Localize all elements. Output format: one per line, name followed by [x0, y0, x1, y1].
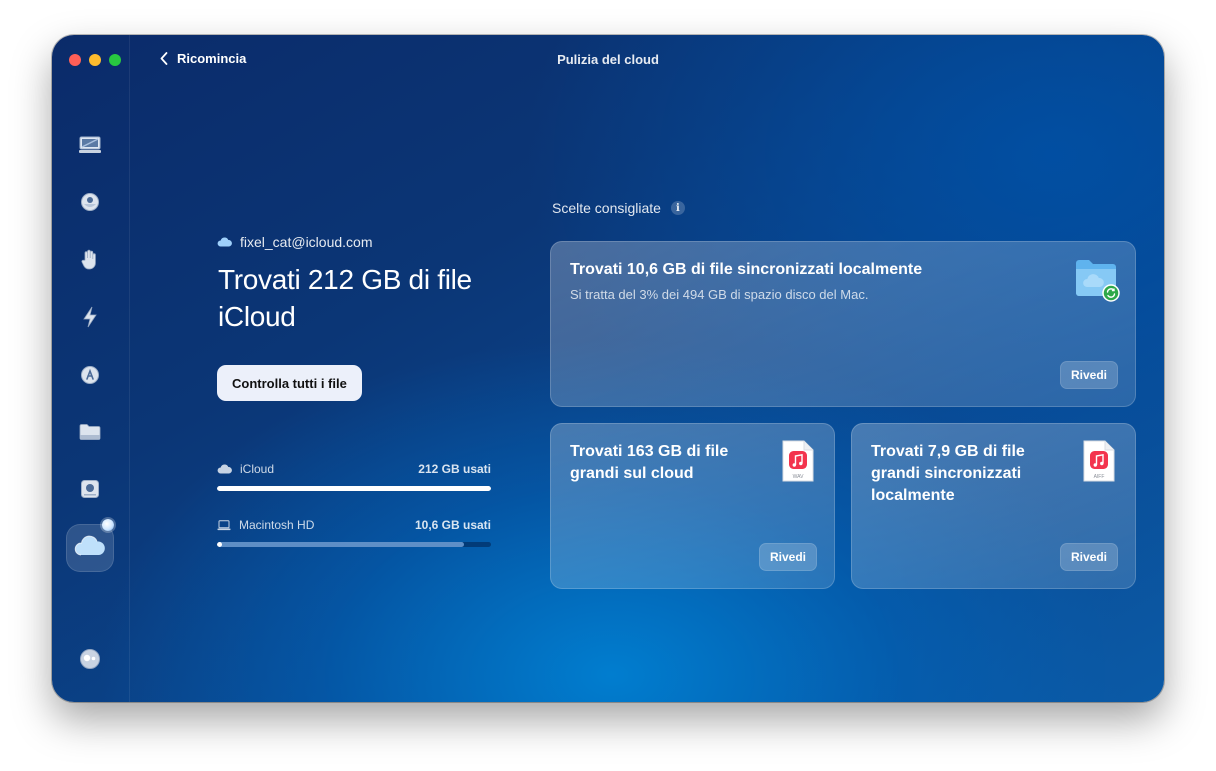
storage-name: iCloud [240, 462, 275, 476]
account-email: fixel_cat@icloud.com [240, 234, 373, 250]
window-title: Pulizia del cloud [557, 52, 659, 67]
sidebar-item-files[interactable] [74, 416, 106, 448]
page-title: Trovati 212 GB di file iCloud [218, 264, 472, 332]
storage-bar [217, 486, 491, 491]
icloud-icon [217, 464, 232, 474]
assistant-icon [80, 649, 100, 669]
storage-bar-rest [217, 542, 464, 547]
icloud-icon [217, 237, 232, 247]
card-synced-local[interactable]: Trovati 10,6 GB di file sincronizzati lo… [550, 241, 1136, 407]
account-label: fixel_cat@icloud.com [217, 234, 373, 250]
computer-icon [79, 136, 101, 153]
sidebar [52, 35, 130, 702]
mouse-icon [81, 193, 99, 211]
check-all-files-button[interactable]: Controlla tutti i file [217, 365, 362, 401]
review-button[interactable]: Rivedi [1059, 361, 1118, 389]
folder-icon [79, 424, 101, 440]
sidebar-item-cleanup[interactable] [74, 129, 106, 161]
card-large-cloud[interactable]: Trovati 163 GB di file grandi sul cloud … [550, 423, 835, 589]
info-icon[interactable]: i [670, 201, 685, 215]
review-button[interactable]: Rivedi [1059, 543, 1118, 571]
recommendations-title: Scelte consigliate [552, 200, 661, 216]
app-window: Ricomincia Pulizia del cloud fixel_cat@i… [52, 35, 1164, 702]
hand-icon [81, 249, 96, 270]
card-title: Trovati 7,9 GB di file grandi sincronizz… [871, 443, 1025, 504]
storage-bar [217, 542, 491, 547]
sidebar-item-storage[interactable] [74, 473, 106, 505]
sidebar-item-cloud-cleanup[interactable] [66, 524, 114, 572]
wav-file-icon: WAV [782, 440, 814, 482]
card-title: Trovati 163 GB di file grandi sul cloud [570, 443, 729, 482]
file-ext-label: WAV [793, 474, 804, 480]
storage-used: 212 GB usati [418, 462, 491, 476]
storage-macintosh-hd: Macintosh HD 10,6 GB usati [217, 518, 491, 547]
aiff-file-icon: AIFF [1083, 440, 1115, 482]
storage-used: 10,6 GB usati [414, 518, 491, 532]
cloud-icon [74, 535, 105, 556]
synced-folder-icon [1076, 260, 1120, 302]
review-button[interactable]: Rivedi [758, 543, 817, 571]
file-ext-label: AIFF [1094, 474, 1105, 480]
card-large-local[interactable]: Trovati 7,9 GB di file grandi sincronizz… [851, 423, 1136, 589]
active-indicator-dot [102, 519, 114, 531]
storage-bar-fill [217, 486, 491, 491]
sidebar-item-applications[interactable] [74, 359, 106, 391]
sidebar-item-privacy[interactable] [74, 244, 106, 276]
card-subtitle: Si tratta del 3% dei 494 GB di spazio di… [570, 287, 869, 302]
storage-icloud: iCloud 212 GB usati [217, 462, 491, 491]
sidebar-item-protection[interactable] [74, 186, 106, 218]
sidebar-item-assistant[interactable] [74, 643, 106, 675]
card-title: Trovati 10,6 GB di file sincronizzati lo… [570, 261, 923, 278]
laptop-icon [217, 519, 231, 530]
lightning-icon [83, 306, 97, 328]
sidebar-item-speed[interactable] [74, 301, 106, 333]
app-store-icon [81, 366, 99, 384]
storage-name: Macintosh HD [239, 518, 315, 532]
disk-icon [81, 480, 99, 498]
recommendations-heading: Scelte consigliate i [552, 200, 685, 216]
